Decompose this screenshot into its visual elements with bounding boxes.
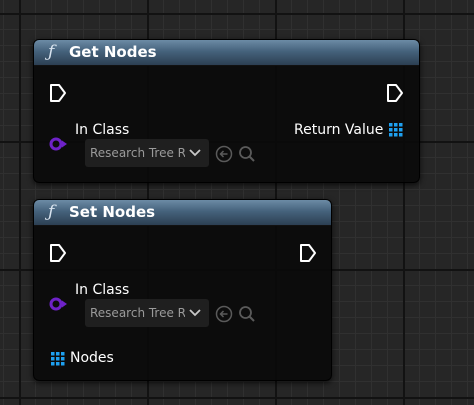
function-icon: ƒ bbox=[48, 202, 55, 222]
get-nodes-header[interactable]: ƒ Get Nodes bbox=[34, 40, 419, 66]
array-grid-icon bbox=[389, 123, 403, 137]
return-value-array-pin[interactable] bbox=[389, 123, 403, 137]
in-class-pin[interactable] bbox=[49, 297, 69, 311]
get-nodes-title: Get Nodes bbox=[69, 43, 157, 61]
return-value-label: Return Value bbox=[294, 122, 384, 138]
browse-asset-button[interactable] bbox=[238, 145, 256, 163]
in-class-dropdown-value: Research Tree R bbox=[90, 146, 185, 160]
function-icon: ƒ bbox=[48, 42, 55, 62]
search-icon bbox=[239, 146, 255, 162]
exec-in-pin[interactable] bbox=[49, 83, 67, 103]
in-class-label: In Class bbox=[75, 282, 130, 298]
chevron-down-icon bbox=[189, 149, 201, 157]
exec-out-pin[interactable] bbox=[299, 243, 317, 263]
set-nodes-node[interactable]: ƒ Set Nodes In Class Research Tree R Nod… bbox=[33, 199, 332, 381]
nodes-array-pin[interactable] bbox=[51, 352, 65, 366]
blueprint-graph-canvas[interactable]: ƒ Get Nodes In Class Return Value Resear… bbox=[0, 0, 474, 405]
exec-pin-icon bbox=[50, 244, 66, 262]
in-class-label: In Class bbox=[75, 122, 130, 138]
exec-pin-icon bbox=[387, 84, 403, 102]
browse-asset-button[interactable] bbox=[238, 305, 256, 323]
exec-in-pin[interactable] bbox=[49, 243, 67, 263]
class-pin-icon bbox=[49, 137, 67, 151]
class-pin-icon bbox=[49, 297, 67, 311]
in-class-dropdown[interactable]: Research Tree R bbox=[85, 139, 209, 167]
in-class-dropdown[interactable]: Research Tree R bbox=[85, 299, 209, 327]
arrow-left-circle-icon bbox=[215, 305, 233, 323]
in-class-pin[interactable] bbox=[49, 137, 69, 151]
array-grid-icon bbox=[51, 352, 65, 366]
exec-out-pin[interactable] bbox=[386, 83, 404, 103]
use-selected-asset-button[interactable] bbox=[215, 305, 233, 323]
exec-pin-icon bbox=[300, 244, 316, 262]
exec-pin-icon bbox=[50, 84, 66, 102]
chevron-down-icon bbox=[189, 309, 201, 317]
use-selected-asset-button[interactable] bbox=[215, 145, 233, 163]
arrow-left-circle-icon bbox=[215, 145, 233, 163]
nodes-label: Nodes bbox=[70, 350, 114, 366]
search-icon bbox=[239, 306, 255, 322]
set-nodes-title: Set Nodes bbox=[69, 203, 156, 221]
in-class-dropdown-value: Research Tree R bbox=[90, 306, 185, 320]
get-nodes-node[interactable]: ƒ Get Nodes In Class Return Value Resear… bbox=[33, 39, 420, 183]
set-nodes-header[interactable]: ƒ Set Nodes bbox=[34, 200, 331, 226]
